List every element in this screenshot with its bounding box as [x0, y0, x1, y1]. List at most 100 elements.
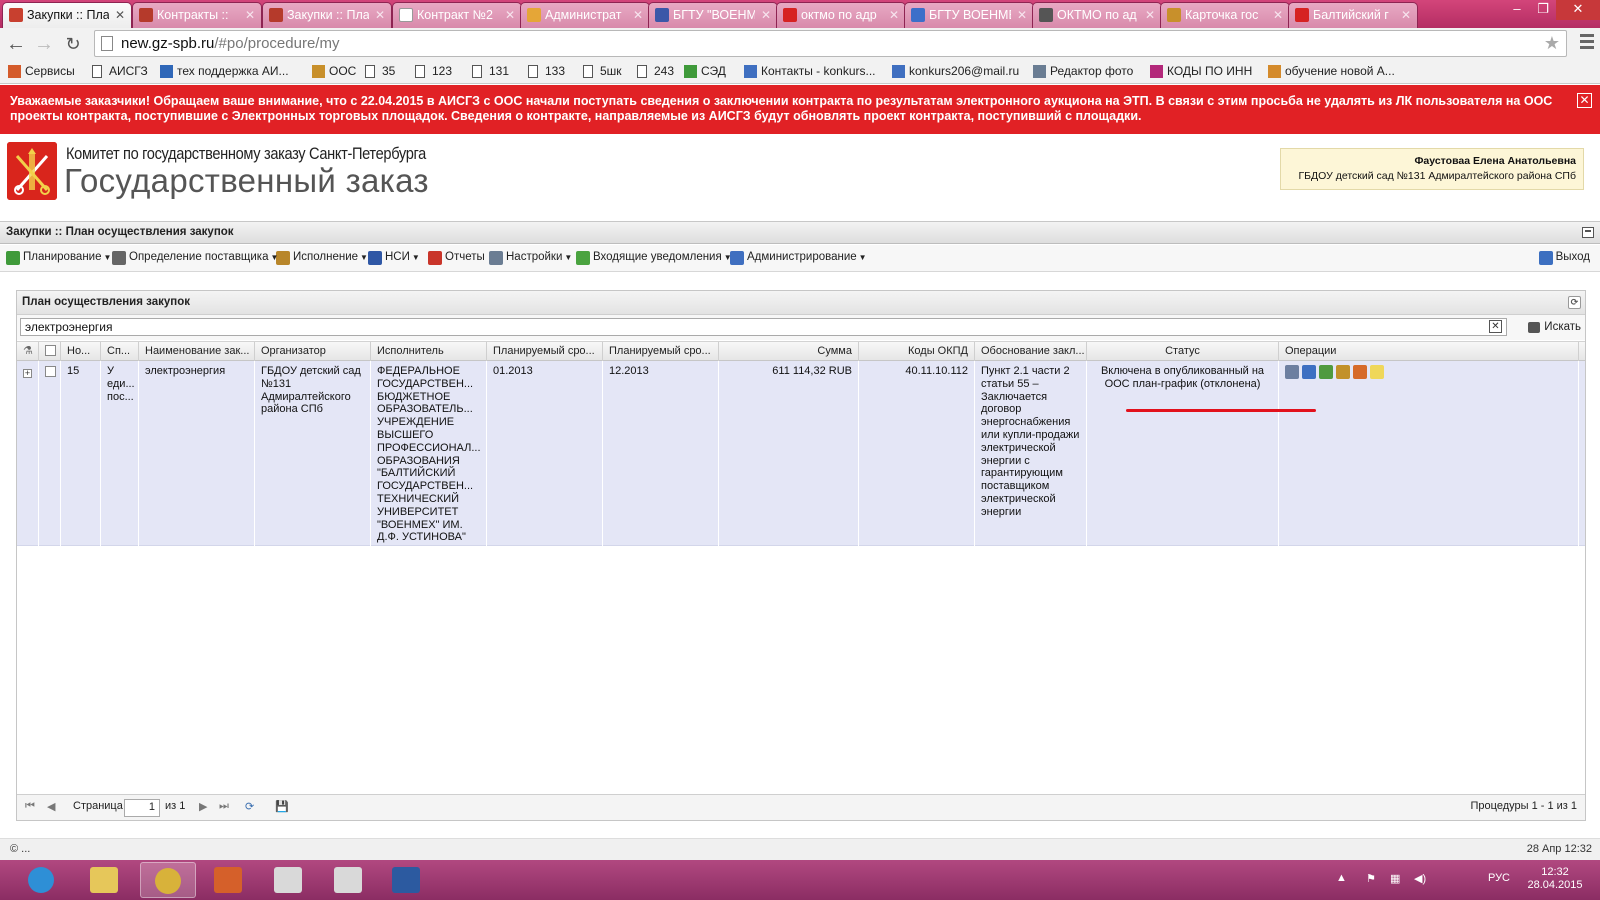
bookmark-item[interactable]: АИСГЗ [92, 64, 148, 78]
refresh-icon[interactable]: ⟳ [245, 800, 254, 813]
tab-close-icon[interactable]: ✕ [1017, 3, 1027, 27]
minimize-button[interactable]: – [1504, 0, 1530, 20]
close-notice-button[interactable]: ✕ [1577, 93, 1592, 108]
taskbar-app[interactable] [320, 862, 376, 898]
column-header[interactable]: Исполнитель [371, 342, 487, 361]
tab[interactable]: октмо по адр ✕ [776, 2, 906, 28]
exit-button[interactable]: Выход [1538, 251, 1590, 265]
back-icon[interactable]: ← [4, 32, 28, 56]
tab-close-icon[interactable]: ✕ [633, 3, 643, 27]
taskbar-app[interactable] [14, 862, 70, 898]
menu-nsi[interactable]: НСИ ▼ [368, 251, 420, 265]
tab-close-icon[interactable]: ✕ [245, 3, 255, 27]
search-input[interactable]: электроэнергия [20, 318, 1507, 336]
tray-arrow-icon[interactable]: ▲ [1336, 872, 1350, 886]
edit-icon[interactable] [1285, 365, 1299, 379]
column-header[interactable]: ⚗ [17, 342, 39, 361]
tab-close-icon[interactable]: ✕ [1401, 3, 1411, 27]
column-header[interactable]: Организатор [255, 342, 371, 361]
tab[interactable]: Закупки :: Пла ✕ [2, 2, 132, 28]
forward-icon[interactable]: → [32, 32, 56, 56]
bookmark-item[interactable]: ООС [312, 64, 356, 78]
flag-icon[interactable]: ⚑ [1366, 872, 1380, 886]
prev-page-icon[interactable]: ◀ [47, 800, 55, 813]
menu-supplier[interactable]: Определение поставщика ▼ [112, 251, 278, 265]
column-header[interactable] [39, 342, 61, 361]
clear-search-icon[interactable]: ✕ [1489, 320, 1502, 333]
language-indicator[interactable]: РУС [1488, 872, 1510, 884]
bookmark-item[interactable]: 5шк [583, 64, 622, 78]
network-icon[interactable]: ▦ [1390, 872, 1404, 886]
filter-icon[interactable]: ⚗ [23, 345, 33, 357]
tab[interactable]: Балтийский г ✕ [1288, 2, 1418, 28]
first-page-icon[interactable]: ⏮ [25, 800, 35, 813]
tab-close-icon[interactable]: ✕ [375, 3, 385, 27]
menu-settings[interactable]: Настройки ▼ [489, 251, 572, 265]
chart-icon[interactable] [1302, 365, 1316, 379]
tab[interactable]: Закупки :: Пла ✕ [262, 2, 392, 28]
next-page-icon[interactable]: ▶ [199, 800, 207, 813]
tab[interactable]: Контракты :: ✕ [132, 2, 262, 28]
column-header[interactable]: Планируемый сро... [487, 342, 603, 361]
column-header[interactable]: Коды ОКПД [859, 342, 975, 361]
bookmark-item[interactable]: 131 [472, 64, 509, 78]
menu-admin[interactable]: Администрирование ▼ [730, 251, 867, 265]
volume-icon[interactable]: ◀) [1414, 872, 1428, 886]
browser-menu-icon[interactable] [1580, 34, 1594, 50]
last-page-icon[interactable]: ⏭ [219, 800, 229, 813]
clock[interactable]: 12:32 28.04.2015 [1520, 866, 1590, 892]
bookmark-item[interactable]: 35 [365, 64, 395, 78]
bookmark-item[interactable]: 133 [528, 64, 565, 78]
select-all-checkbox[interactable] [45, 345, 56, 356]
bookmark-item[interactable]: Редактор фото [1033, 64, 1133, 78]
bookmark-star-icon[interactable]: ★ [1544, 33, 1560, 54]
row-checkbox[interactable] [39, 361, 61, 546]
column-header[interactable]: Сп... [101, 342, 139, 361]
bookmark-item[interactable]: Контакты - konkurs... [744, 64, 876, 78]
menu-inbox[interactable]: Входящие уведомления ▼ [576, 251, 732, 265]
bookmark-item[interactable]: 123 [415, 64, 452, 78]
tab-close-icon[interactable]: ✕ [1273, 3, 1283, 27]
bookmark-item[interactable]: konkurs206@mail.ru [892, 64, 1019, 78]
column-header[interactable]: Наименование зак... [139, 342, 255, 361]
menu-reports[interactable]: Отчеты [428, 251, 485, 265]
tab-close-icon[interactable]: ✕ [505, 3, 515, 27]
address-bar[interactable]: new.gz-spb.ru/#po/procedure/my ★ [94, 30, 1567, 57]
tab[interactable]: БГТУ ВОЕНМЕ ✕ [904, 2, 1034, 28]
taskbar-app[interactable] [140, 862, 196, 898]
tab[interactable]: Карточка гос ✕ [1160, 2, 1290, 28]
table-row[interactable]: + 15 У еди... пос... электроэнергия ГБДО… [17, 361, 1585, 546]
tab[interactable]: ОКТМО по ад ✕ [1032, 2, 1162, 28]
tab-close-icon[interactable]: ✕ [889, 3, 899, 27]
tab[interactable]: Контракт №2 ✕ [392, 2, 522, 28]
bookmark-item[interactable]: СЭД [684, 64, 726, 78]
column-header[interactable]: Статус [1087, 342, 1279, 361]
bookmark-item[interactable]: Сервисы [8, 64, 75, 78]
bookmark-item[interactable]: тех поддержка АИ... [160, 64, 289, 78]
book-icon[interactable] [1353, 365, 1367, 379]
reload-icon[interactable]: ↻ [61, 32, 85, 56]
collapse-icon[interactable] [1582, 227, 1594, 238]
tab-close-icon[interactable]: ✕ [1145, 3, 1155, 27]
tab[interactable]: Администрат ✕ [520, 2, 650, 28]
column-header[interactable]: Планируемый сро... [603, 342, 719, 361]
emblem-icon[interactable] [1336, 365, 1350, 379]
taskbar-app[interactable] [260, 862, 316, 898]
column-header[interactable]: Операции [1279, 342, 1579, 361]
column-header[interactable]: Но... [61, 342, 101, 361]
bookmark-item[interactable]: 243 [637, 64, 674, 78]
page-number-input[interactable]: 1 [124, 799, 160, 817]
gears-icon[interactable] [1319, 365, 1333, 379]
tab-close-icon[interactable]: ✕ [761, 3, 771, 27]
maximize-button[interactable]: ❐ [1530, 0, 1556, 20]
note-icon[interactable] [1370, 365, 1384, 379]
taskbar-app[interactable] [378, 862, 434, 898]
bookmark-item[interactable]: КОДЫ ПО ИНН [1150, 64, 1252, 78]
tab[interactable]: БГТУ "ВОЕНМ ✕ [648, 2, 778, 28]
taskbar-app[interactable] [200, 862, 256, 898]
refresh-panel-icon[interactable]: ⟳ [1568, 296, 1581, 309]
save-icon[interactable]: 💾 [275, 800, 289, 813]
menu-execution[interactable]: Исполнение ▼ [276, 251, 368, 265]
search-button[interactable]: Искать [1528, 321, 1581, 333]
close-window-button[interactable]: ✕ [1556, 0, 1600, 20]
